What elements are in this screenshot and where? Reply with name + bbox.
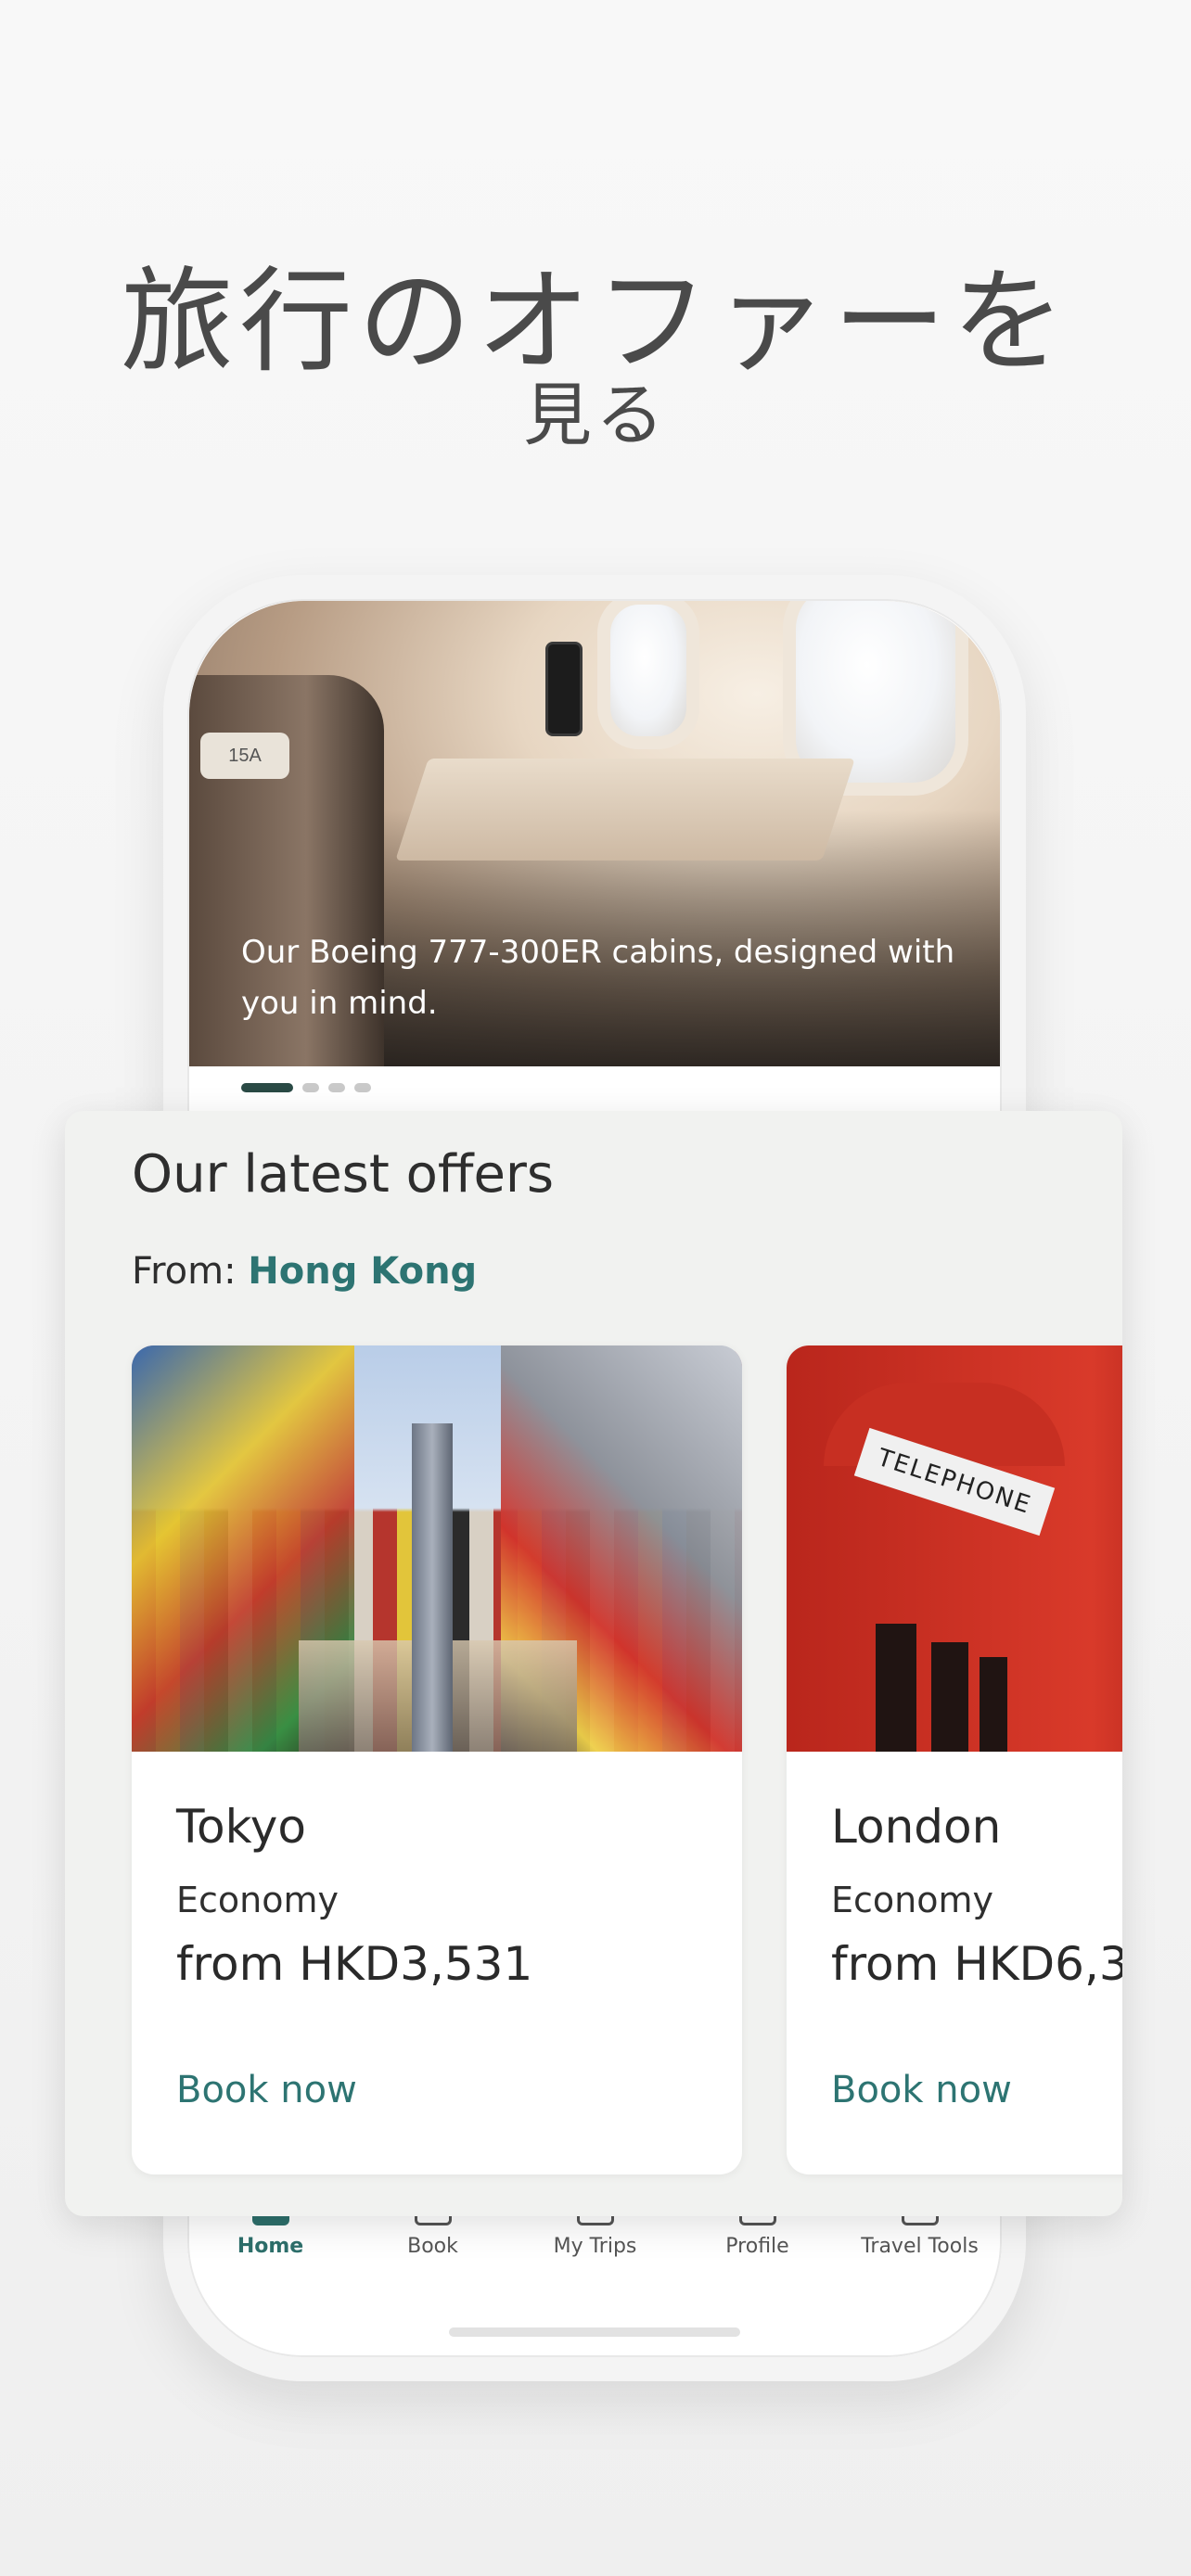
book-now-link[interactable]: Book now xyxy=(176,2069,357,2111)
offer-card-tokyo[interactable]: Tokyo Economy from HKD3,531 Book now xyxy=(132,1345,742,2174)
tab-label: Home xyxy=(237,2235,304,2258)
london-image: TELEPHONE xyxy=(787,1345,1122,1752)
cabin-class: Economy xyxy=(831,1880,993,1920)
carousel-indicator[interactable] xyxy=(241,1083,371,1092)
destination-name: Tokyo xyxy=(176,1800,306,1854)
destination-name: London xyxy=(831,1800,1002,1854)
tab-label: Book xyxy=(407,2235,458,2258)
hero-banner[interactable]: 15A Our Boeing 777-300ER cabins, designe… xyxy=(189,601,1000,1066)
origin-city-link[interactable]: Hong Kong xyxy=(248,1250,477,1293)
headline-line-2: 見る xyxy=(523,376,668,455)
tower xyxy=(412,1423,453,1752)
phone-box-pane xyxy=(980,1657,1007,1752)
carousel-dot-2[interactable] xyxy=(302,1083,319,1092)
tab-label: Travel Tools xyxy=(861,2235,979,2258)
phone-box-pane xyxy=(876,1624,916,1752)
seat-screen xyxy=(545,642,583,736)
offer-price: from HKD3,531 xyxy=(176,1937,533,1991)
cabin-window xyxy=(597,601,699,749)
offers-title: Our latest offers xyxy=(132,1144,555,1205)
seat-table xyxy=(395,759,855,861)
carousel-dot-3[interactable] xyxy=(328,1083,345,1092)
home-indicator[interactable] xyxy=(449,2327,740,2337)
cabin-class: Economy xyxy=(176,1880,339,1920)
tab-bar: Home Book My Trips Profile Travel Tools xyxy=(189,2209,1000,2292)
phone-box-pane xyxy=(931,1642,968,1752)
origin-selector[interactable]: From: Hong Kong xyxy=(132,1250,477,1293)
tab-label: Profile xyxy=(725,2235,789,2258)
hero-caption: Our Boeing 777-300ER cabins, designed wi… xyxy=(241,934,955,1022)
carousel-dot-4[interactable] xyxy=(354,1083,371,1092)
offers-panel: Our latest offers From: Hong Kong Tokyo … xyxy=(65,1111,1122,2216)
offer-card-london[interactable]: TELEPHONE London Economy from HKD6,3 Boo… xyxy=(787,1345,1122,2174)
tokyo-image xyxy=(132,1345,742,1752)
seat-label: 15A xyxy=(200,733,289,779)
carousel-dot-1[interactable] xyxy=(241,1083,293,1092)
offer-price: from HKD6,3 xyxy=(831,1937,1122,1991)
from-label: From: xyxy=(132,1250,237,1293)
book-now-link[interactable]: Book now xyxy=(831,2069,1012,2111)
tab-label: My Trips xyxy=(553,2235,637,2258)
